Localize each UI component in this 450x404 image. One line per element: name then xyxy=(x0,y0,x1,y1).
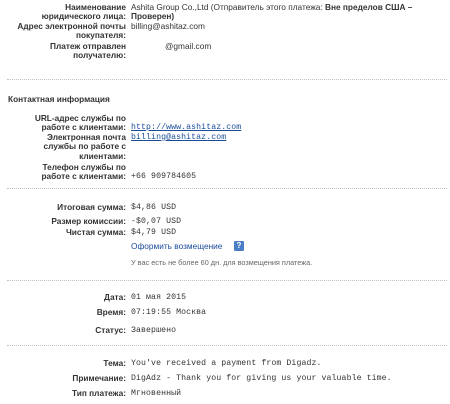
divider xyxy=(7,188,447,189)
service-url-label: URL-адрес службы по работе с клиентами: xyxy=(35,113,126,133)
buyer-email-value: billing@ashitaz.com xyxy=(131,21,205,31)
buyer-email-label: Адрес электронной почты покупателя: xyxy=(17,21,126,41)
payment-type-label: Тип платежа: xyxy=(72,388,126,398)
legal-name-label: Наименование юридического лица: xyxy=(42,2,126,22)
date-value: 01 мая 2015 xyxy=(131,293,187,302)
sender-status-bold-2: Проверен) xyxy=(131,11,175,22)
refund-note: У вас есть не более 60 дн. для возмещени… xyxy=(131,258,313,267)
time-label: Время: xyxy=(96,307,126,317)
service-url-link[interactable]: http://www.ashitaz.com xyxy=(131,123,241,132)
date-label: Дата: xyxy=(104,292,126,302)
total-value: $4,86 USD xyxy=(131,203,177,212)
service-email-label: Электронная почта службы по работе с кли… xyxy=(43,132,126,161)
subject-label: Тема: xyxy=(103,358,126,368)
subject-value: You've received a payment from Digadz. xyxy=(131,359,322,368)
time-value: 07:19:55 Москва xyxy=(131,308,207,317)
divider xyxy=(7,345,447,346)
refund-link[interactable]: Оформить возмещение xyxy=(131,241,222,251)
sender-status-bold: Вне пределов США – xyxy=(324,2,413,12)
sent-to-label-line2: получателю: xyxy=(73,50,126,61)
payment-type-value: Мгновенный xyxy=(131,389,182,398)
sent-to-value: @gmail.com xyxy=(165,41,212,51)
sent-to-label: Платеж отправлен получателю: xyxy=(50,41,126,61)
fee-value: -$0,07 USD xyxy=(131,217,182,226)
buyer-email-label-line2: покупателя: xyxy=(75,30,126,41)
divider xyxy=(7,280,447,281)
phone-label: Телефон службы по работе с клиентами: xyxy=(41,162,126,182)
note-value: DigAdz - Thank you for giving us your va… xyxy=(131,374,392,383)
service-email-link[interactable]: billing@ashitaz.com xyxy=(131,133,226,142)
legal-name-value: Ashita Group Co.,Ltd (Отправитель этого … xyxy=(131,2,413,22)
phone-label-line2: работе с клиентами: xyxy=(41,171,126,182)
divider xyxy=(7,79,447,80)
phone-value: +66 909784605 xyxy=(131,172,197,181)
service-email-label-line3: клиентами: xyxy=(79,150,126,161)
status-value: Завершено xyxy=(131,326,177,335)
net-value: $4,79 USD xyxy=(131,228,177,237)
note-label: Примечание: xyxy=(72,373,126,383)
fee-label: Размер комиссии: xyxy=(51,216,126,226)
total-label: Итоговая сумма: xyxy=(57,202,126,212)
net-label: Чистая сумма: xyxy=(65,227,126,237)
status-label: Статус: xyxy=(95,325,126,335)
contact-section-title: Контактная информация xyxy=(8,94,110,104)
help-icon[interactable]: ? xyxy=(234,241,244,251)
